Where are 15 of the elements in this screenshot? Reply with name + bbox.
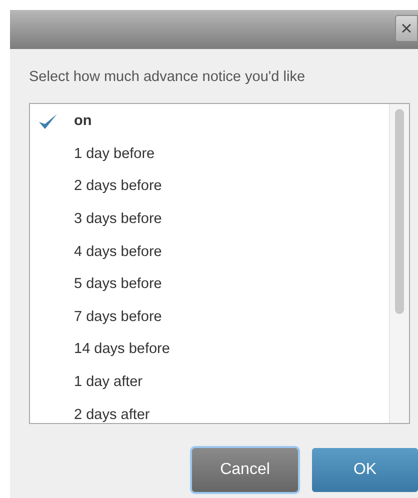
- option-item[interactable]: 4 days before: [30, 236, 389, 269]
- option-item[interactable]: on: [30, 106, 389, 138]
- option-item[interactable]: 14 days before: [30, 334, 389, 366]
- option-item[interactable]: 1 day before: [30, 138, 389, 171]
- option-item[interactable]: 3 days before: [30, 204, 389, 236]
- scrollbar[interactable]: [389, 104, 409, 423]
- cancel-button[interactable]: Cancel: [192, 448, 298, 492]
- option-item[interactable]: 5 days before: [30, 268, 389, 302]
- option-item[interactable]: 2 days before: [30, 170, 389, 204]
- close-button[interactable]: ×: [395, 15, 418, 42]
- option-item[interactable]: 1 day after: [30, 366, 389, 400]
- ok-button[interactable]: OK: [312, 448, 418, 492]
- option-item[interactable]: 2 days after: [30, 399, 389, 423]
- prompt-text: Select how much advance notice you'd like: [29, 68, 306, 87]
- option-item[interactable]: 7 days before: [30, 301, 389, 334]
